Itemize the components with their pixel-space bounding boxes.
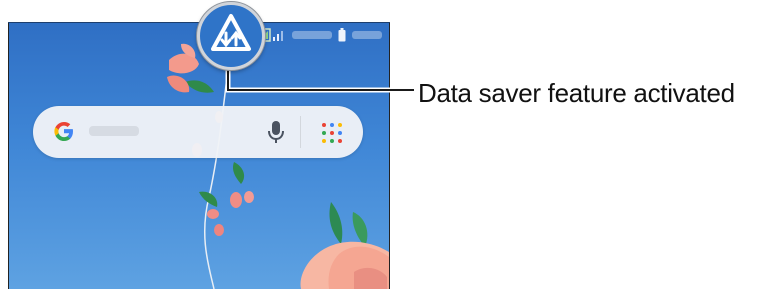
magnifier-lens [197, 2, 265, 70]
callout-label: Data saver feature activated [418, 78, 735, 108]
callout-connector [225, 62, 414, 93]
data-saver-icon [211, 14, 251, 51]
